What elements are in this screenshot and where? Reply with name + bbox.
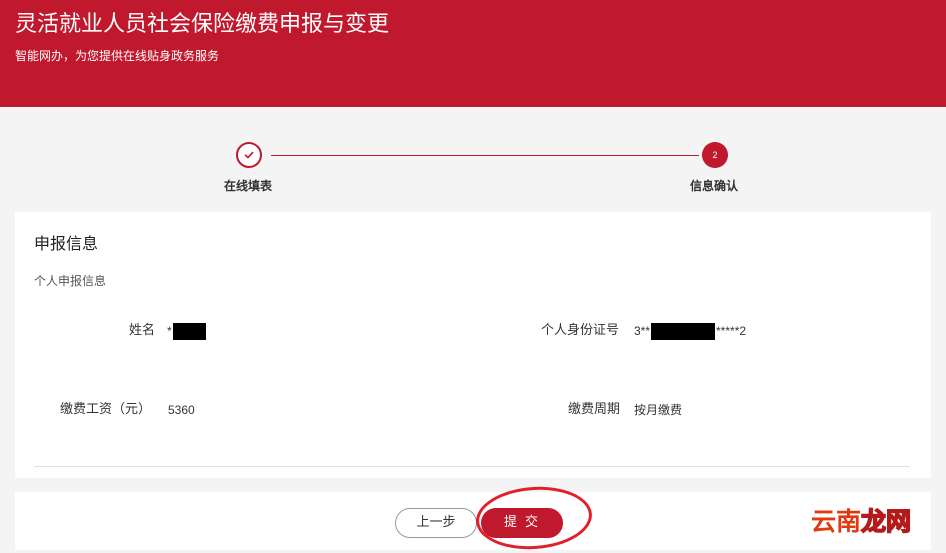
payment-period-label: 缴费周期 (568, 402, 621, 417)
wage-value: 5360 (168, 403, 195, 417)
id-number-suffix: *****2 (716, 324, 747, 338)
action-bar: 上一步 提 交 (15, 492, 931, 550)
name-value-prefix: * (167, 324, 172, 338)
redaction-block (172, 323, 206, 341)
name-label: 姓名 (129, 323, 156, 338)
section-subtitle: 个人申报信息 (34, 274, 107, 288)
id-number-value: 3** *****2 (634, 322, 747, 341)
step-1-complete-indicator (236, 142, 262, 168)
step-connector-line (271, 155, 699, 156)
watermark-logo: 云南龙网 (811, 506, 912, 538)
id-number-label: 个人身份证号 (541, 323, 620, 338)
wage-label: 缴费工资（元） (60, 402, 152, 417)
watermark-part-2: 龙网 (860, 506, 912, 537)
id-number-prefix: 3** (634, 324, 651, 338)
panel-divider (34, 466, 910, 467)
submit-button[interactable]: 提 交 (481, 508, 563, 538)
page-subtitle: 智能网办，为您提供在线贴身政务服务 (15, 49, 220, 63)
previous-step-button[interactable]: 上一步 (395, 508, 477, 538)
payment-period-value: 按月缴费 (634, 403, 683, 417)
step-2-label: 信息确认 (690, 179, 739, 193)
section-title: 申报信息 (34, 234, 99, 253)
watermark-part-1: 云南 (811, 507, 862, 536)
step-2-number: 2 (712, 150, 718, 160)
redaction-block (651, 323, 716, 341)
step-2-indicator: 2 (702, 142, 728, 168)
page-title: 灵活就业人员社会保险缴费申报与变更 (15, 12, 390, 37)
declaration-info-panel: 申报信息 个人申报信息 姓名 * 个人身份证号 3** *****2 缴费工资（元… (15, 212, 931, 478)
page-header: 灵活就业人员社会保险缴费申报与变更 智能网办，为您提供在线贴身政务服务 (0, 0, 946, 107)
step-1-label: 在线填表 (224, 179, 273, 193)
name-value: * (167, 322, 206, 341)
progress-steps: 在线填表 2 信息确认 (0, 107, 946, 212)
checkmark-icon (243, 146, 255, 165)
